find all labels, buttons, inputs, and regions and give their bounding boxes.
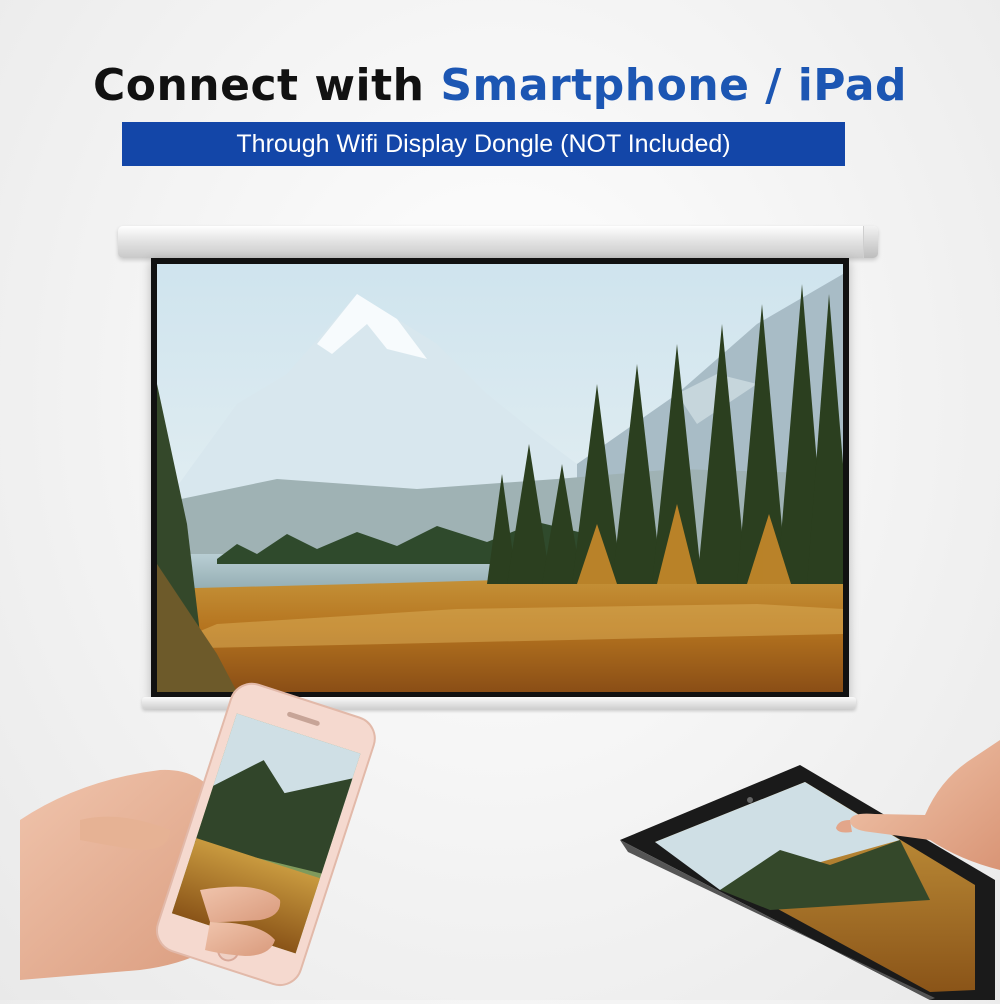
headline-connect-text: Connect with	[92, 60, 441, 111]
projector-screen	[151, 258, 849, 698]
subtitle-banner: Through Wifi Display Dongle (NOT Include…	[122, 122, 845, 166]
headline: Connect with Smartphone / iPad	[0, 60, 1000, 111]
landscape-scene	[157, 264, 843, 692]
projector-screen-housing	[118, 226, 878, 258]
tablet-icon	[620, 740, 1000, 1000]
tablet-illustration	[600, 740, 1000, 1000]
smartphone-illustration	[20, 660, 400, 990]
headline-device-text: Smartphone / iPad	[440, 60, 908, 111]
subtitle-banner-text: Through Wifi Display Dongle (NOT Include…	[236, 129, 731, 158]
smartphone-icon	[20, 682, 376, 986]
